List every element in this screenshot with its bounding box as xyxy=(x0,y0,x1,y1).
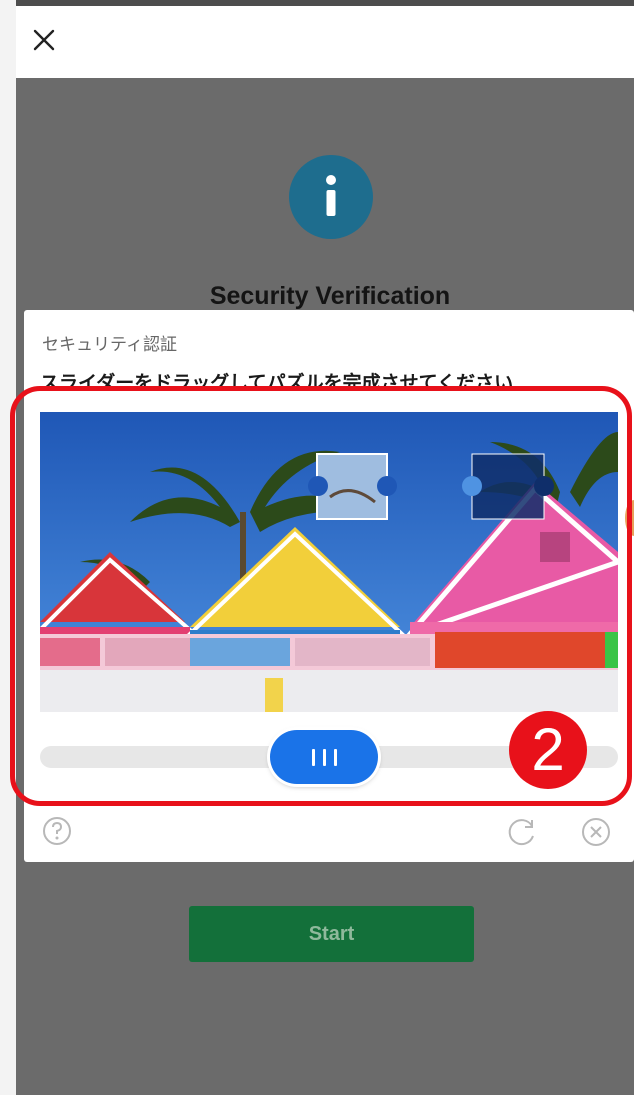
close-circle-icon[interactable] xyxy=(580,816,612,848)
window-edge xyxy=(0,0,16,1095)
top-bar xyxy=(16,0,634,78)
info-icon xyxy=(289,155,373,239)
grip-line xyxy=(322,748,326,766)
captcha-title: セキュリティ認証 xyxy=(42,335,177,355)
puzzle-image xyxy=(40,412,618,712)
app-window: Security Verification Start セキュリティ認証 スライ… xyxy=(0,0,634,1095)
grip-line xyxy=(311,748,315,766)
step-badge: 2 xyxy=(509,711,587,789)
slider-handle[interactable] xyxy=(270,730,379,784)
help-icon[interactable] xyxy=(42,816,72,846)
captcha-instruction: スライダーをドラッグしてパズルを完成させてください xyxy=(40,372,514,388)
page-title: Security Verification xyxy=(209,282,451,310)
start-button[interactable]: Start xyxy=(189,906,474,962)
refresh-icon[interactable] xyxy=(506,816,538,848)
grip-line xyxy=(333,748,337,766)
close-icon[interactable] xyxy=(26,22,62,58)
